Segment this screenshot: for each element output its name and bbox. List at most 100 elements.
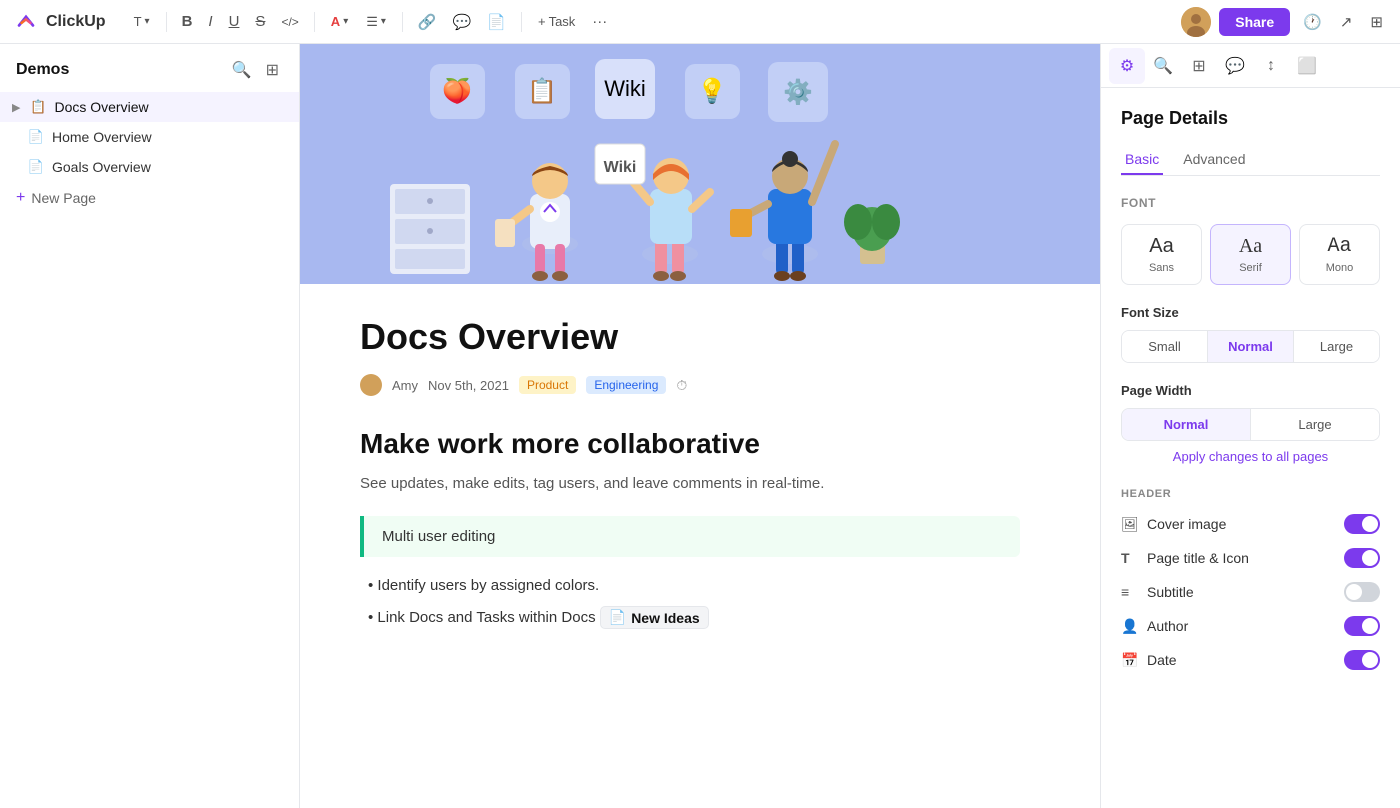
toolbar-separator-4 xyxy=(521,12,522,32)
cover-toggle[interactable] xyxy=(1344,514,1380,534)
sidebar-item-home-overview[interactable]: 📄 Home Overview xyxy=(0,122,299,152)
apply-changes-link[interactable]: Apply changes to all pages xyxy=(1121,449,1380,464)
bold-button[interactable]: B xyxy=(177,9,198,34)
font-color-icon: A xyxy=(331,14,340,29)
panel-tab-search[interactable]: 🔍 xyxy=(1145,48,1181,84)
subtitle-toggle[interactable] xyxy=(1344,582,1380,602)
doc-date: Nov 5th, 2021 xyxy=(428,378,509,393)
bullet-item-1: • Identify users by assigned colors. xyxy=(360,577,1020,594)
text-icon: T xyxy=(134,14,142,29)
font-mono[interactable]: Aa Mono xyxy=(1299,224,1380,285)
font-options: Aa Sans Aa Serif Aa Mono xyxy=(1121,224,1380,285)
content-area: 🍑 📋 Wiki 💡 ⚙️ xyxy=(300,44,1100,808)
date-toggle[interactable] xyxy=(1344,650,1380,670)
width-normal[interactable]: Normal xyxy=(1122,409,1251,440)
sidebar-arrow-icon: ▶ xyxy=(12,101,20,114)
page-meta: Amy Nov 5th, 2021 Product Engineering ⏱ xyxy=(360,374,1020,396)
add-task-button[interactable]: + Task xyxy=(532,10,581,33)
history-button[interactable]: 🕐 xyxy=(1298,9,1327,35)
cover-image: 🍑 📋 Wiki 💡 ⚙️ xyxy=(300,44,1100,284)
align-icon: ☰ xyxy=(366,14,378,30)
task-label: Task xyxy=(549,14,576,29)
italic-button[interactable]: I xyxy=(203,9,217,34)
sidebar-item-goals-overview[interactable]: 📄 Goals Overview xyxy=(0,152,299,182)
main-layout: Demos 🔍 ⊞ ▶ 📋 Docs Overview 📄 Home Overv… xyxy=(0,44,1400,808)
bullet-item-2: • Link Docs and Tasks within Docs 📄 New … xyxy=(360,606,1020,629)
font-serif[interactable]: Aa Serif xyxy=(1210,224,1291,285)
author-icon: 👤 xyxy=(1121,618,1139,635)
sidebar-item-label-1: Docs Overview xyxy=(54,99,148,115)
strikethrough-button[interactable]: S xyxy=(250,9,270,34)
svg-text:🍑: 🍑 xyxy=(442,77,472,105)
width-options: Normal Large xyxy=(1121,408,1380,441)
inline-badge[interactable]: 📄 New Ideas xyxy=(600,606,709,629)
link-button[interactable]: 🔗 xyxy=(413,9,442,35)
app-logo-text: ClickUp xyxy=(46,13,106,31)
panel-tab-row: ⚙ 🔍 ⊞ 💬 ↕ ⬜ xyxy=(1101,44,1400,88)
panel-tab-expand[interactable]: ⬜ xyxy=(1289,48,1325,84)
header-title-left: T Page title & Icon xyxy=(1121,550,1249,566)
avatar xyxy=(1181,7,1211,37)
font-sans[interactable]: Aa Sans xyxy=(1121,224,1202,285)
author-label: Author xyxy=(1147,618,1188,634)
inline-badge-text: New Ideas xyxy=(631,610,699,626)
width-large[interactable]: Large xyxy=(1251,409,1379,440)
sidebar: Demos 🔍 ⊞ ▶ 📋 Docs Overview 📄 Home Overv… xyxy=(0,44,300,808)
app-logo: ClickUp xyxy=(12,8,106,36)
export-button[interactable]: ↗ xyxy=(1335,9,1358,35)
user-avatar-img xyxy=(1181,7,1211,37)
text-format-btn[interactable]: T ▾ xyxy=(128,10,156,33)
underline-button[interactable]: U xyxy=(224,9,245,34)
title-toggle[interactable] xyxy=(1344,548,1380,568)
comment-button[interactable]: 💬 xyxy=(448,9,477,35)
sidebar-doc-icon-2: 📄 xyxy=(28,129,44,145)
cover-illustration-svg: 🍑 📋 Wiki 💡 ⚙️ xyxy=(300,44,1100,284)
date-label: Date xyxy=(1147,652,1177,668)
sidebar-item-docs-overview[interactable]: ▶ 📋 Docs Overview xyxy=(0,92,299,122)
tab-basic[interactable]: Basic xyxy=(1121,145,1163,175)
panel-tab-sort[interactable]: ↕ xyxy=(1253,48,1289,84)
tag-product[interactable]: Product xyxy=(519,376,576,394)
tag-engineering[interactable]: Engineering xyxy=(586,376,666,394)
time-estimate-icon: ⏱ xyxy=(676,377,687,394)
font-serif-label: Serif xyxy=(1239,262,1262,274)
tab-advanced[interactable]: Advanced xyxy=(1179,145,1249,175)
font-color-arrow: ▾ xyxy=(343,16,348,27)
align-btn[interactable]: ☰ ▾ xyxy=(360,10,392,34)
code-button[interactable]: </> xyxy=(276,11,303,33)
toolbar-separator-3 xyxy=(402,12,403,32)
author-toggle[interactable] xyxy=(1344,616,1380,636)
svg-text:Wiki: Wiki xyxy=(604,159,637,176)
doc-button[interactable]: 📄 xyxy=(482,9,511,35)
share-button[interactable]: Share xyxy=(1219,8,1290,36)
size-small[interactable]: Small xyxy=(1122,331,1208,362)
sidebar-doc-icon-3: 📄 xyxy=(28,159,44,175)
header-section-label: HEADER xyxy=(1121,488,1380,500)
toolbar-separator-2 xyxy=(314,12,315,32)
main-toolbar: ClickUp T ▾ B I U S </> A ▾ ☰ ▾ 🔗 💬 📄 + … xyxy=(0,0,1400,44)
toolbar-separator-1 xyxy=(166,12,167,32)
size-large[interactable]: Large xyxy=(1294,331,1379,362)
page-title: Docs Overview xyxy=(360,316,1020,358)
cover-label: Cover image xyxy=(1147,516,1226,532)
subtitle-icon: ≡ xyxy=(1121,584,1139,600)
page-width-label: Page Width xyxy=(1121,383,1380,398)
sidebar-search-button[interactable]: 🔍 xyxy=(228,58,256,82)
svg-text:📋: 📋 xyxy=(527,77,557,105)
more-options-button[interactable]: ··· xyxy=(587,9,612,34)
panel-tab-grid[interactable]: ⊞ xyxy=(1181,48,1217,84)
svg-text:⚙️: ⚙️ xyxy=(783,78,813,106)
layout-button[interactable]: ⊞ xyxy=(1365,9,1388,35)
size-normal[interactable]: Normal xyxy=(1208,331,1294,362)
sidebar-new-page-btn[interactable]: + New Page xyxy=(0,182,299,214)
author-name: Amy xyxy=(392,378,418,393)
toolbar-right: Share 🕐 ↗ ⊞ xyxy=(1181,7,1388,37)
sidebar-layout-button[interactable]: ⊞ xyxy=(262,58,283,82)
panel-tab-comments[interactable]: 💬 xyxy=(1217,48,1253,84)
svg-text:Wiki: Wiki xyxy=(604,76,646,101)
header-toggle-date: 📅 Date xyxy=(1121,650,1380,670)
font-color-btn[interactable]: A ▾ xyxy=(325,10,354,33)
sidebar-header: Demos 🔍 ⊞ xyxy=(0,44,299,92)
date-icon: 📅 xyxy=(1121,652,1139,669)
panel-tab-settings[interactable]: ⚙ xyxy=(1109,48,1145,84)
